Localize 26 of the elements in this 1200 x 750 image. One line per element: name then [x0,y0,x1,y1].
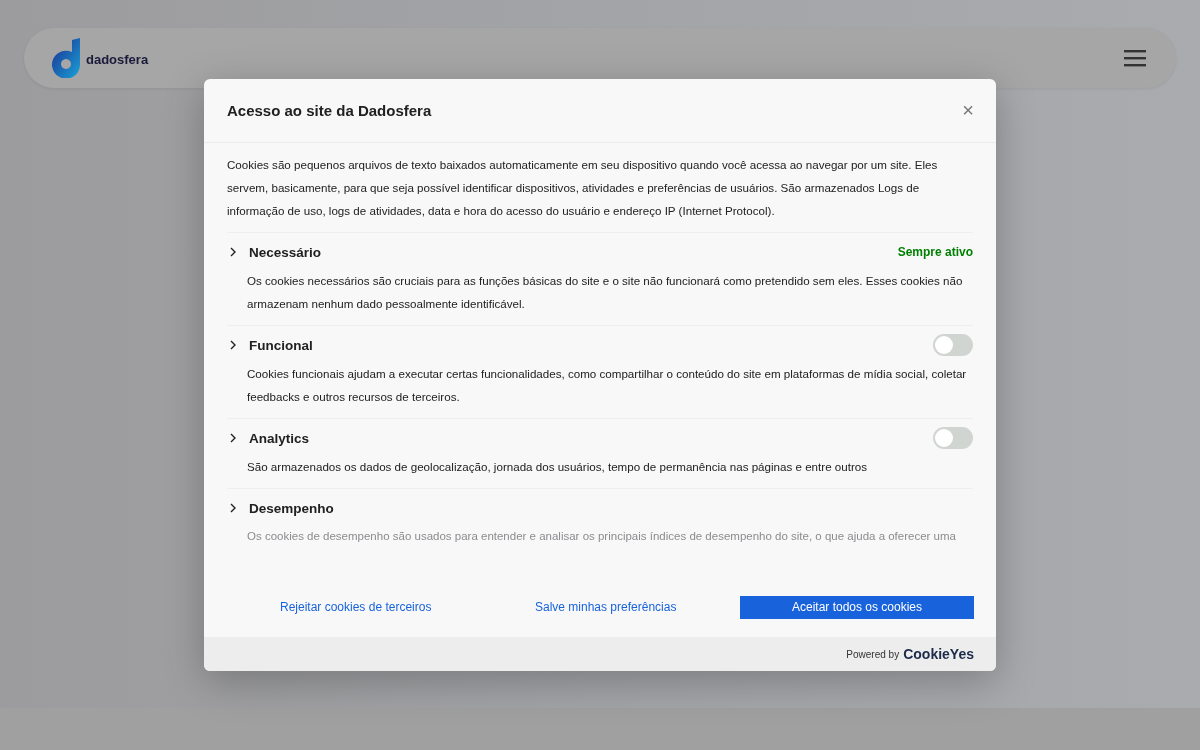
toggle-switch[interactable] [933,334,973,356]
category-title[interactable]: Funcional [249,337,313,353]
brand-logo[interactable]: CookieYes [903,646,974,662]
toggle-switch[interactable] [933,427,973,449]
category-title[interactable]: Analytics [249,430,310,446]
text-button[interactable]: Rejeitar cookies de terceiros [240,594,472,620]
category-title[interactable]: Desempenho [249,500,334,516]
chevron-icon[interactable] [229,433,237,443]
category-description: São armazenados os dados de geolocalização, jornada dos usuários, tempo de permanência nas páginas e entre outros [247,459,869,475]
chevron-icon[interactable] [229,340,237,350]
chevron-icon[interactable] [229,503,237,513]
menu-icon[interactable] [1124,49,1146,67]
category-description: Cookies funcionais ajudam a executar certas funcionalidades, como compartilhar o conteúdo do site em plataformas de mídia social, coletar feedbacks e outros recursos de terceiros. [247,366,968,405]
close-button[interactable]: × [958,99,978,122]
logo-icon[interactable] [52,38,82,78]
accept-button[interactable]: Aceitar todos os cookies [740,595,974,619]
text-button[interactable]: Salve minhas preferências [495,594,717,620]
logo-text: dadosfera [86,51,149,67]
chevron-icon[interactable] [229,247,237,257]
dialog-title: Acesso ao site da Dadosfera [227,102,432,119]
powered-by-text: Powered by [846,648,900,660]
category-description: Os cookies de desempenho são usados para entender e analisar os principais índices de desempenho do site, o que ajuda a oferecer uma [247,529,957,544]
always-active-label: Sempre ativo [897,245,973,259]
category-title[interactable]: Necessário [249,244,322,260]
category-description: Os cookies necessários são cruciais para as funções básicas do site e o site não funcionará como pretendido sem eles. Esses cookies não armazenam nenhum dado pessoalmente identificável. [247,273,964,312]
intro-text: Cookies são pequenos arquivos de texto baixados automaticamente em seu dispositivo quando você acessa ao navegar por um site. Eles servem, basicamente, para que seja possível identificar dispositivos, atividades e preferências de usuários. São armazenados Logs de informação de uso, logs de atividades, data e hora do acesso do usuário e endereço IP (Internet Protocol). [227,157,939,219]
